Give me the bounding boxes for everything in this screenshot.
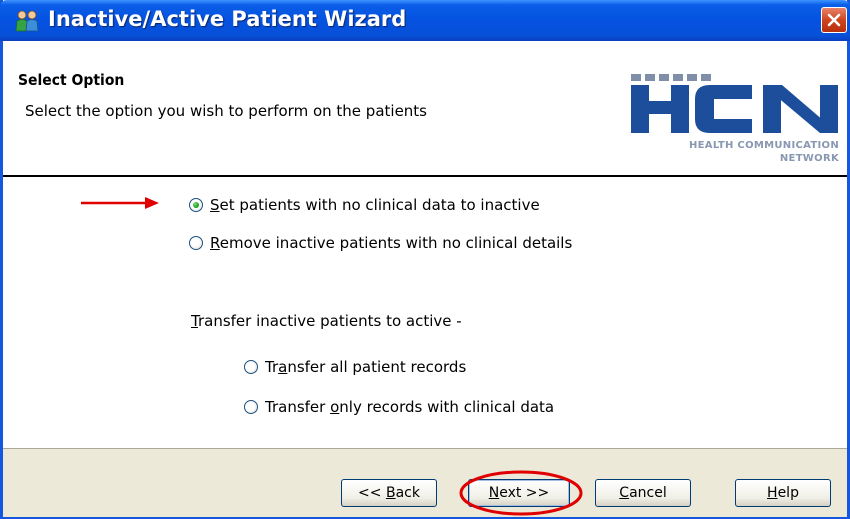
annotation-arrow-icon (81, 197, 159, 209)
option-transfer-clinical-label: Transfer only records with clinical data (265, 398, 555, 416)
back-button-label: << Back (358, 485, 420, 501)
options-panel: Set patients with no clinical data to in… (3, 177, 847, 448)
help-button[interactable]: Help (735, 479, 831, 507)
logo-tagline-line1: HEALTH COMMUNICATION (689, 140, 839, 151)
option-remove-inactive-label: Remove inactive patients with no clinica… (210, 234, 573, 252)
option-transfer-all[interactable]: Transfer all patient records (244, 358, 466, 376)
help-button-label: Help (767, 485, 799, 501)
option-set-inactive[interactable]: Set patients with no clinical data to in… (189, 196, 540, 214)
button-bar: << Back Next >> Cancel Help (3, 448, 847, 517)
option-set-inactive-label: Set patients with no clinical data to in… (210, 196, 540, 214)
page-title: Select Option (18, 71, 125, 89)
transfer-section-label: Transfer inactive patients to active - (191, 312, 462, 330)
next-button[interactable]: Next >> (468, 479, 570, 507)
wizard-header: Select Option Select the option you wish… (3, 41, 847, 177)
next-button-label: Next >> (488, 485, 550, 501)
window-title: Inactive/Active Patient Wizard (48, 7, 407, 31)
radio-transfer-all[interactable] (244, 360, 258, 374)
radio-set-inactive[interactable] (189, 198, 203, 212)
close-icon (827, 13, 841, 27)
logo-tagline-line2: NETWORK (779, 153, 839, 164)
option-transfer-clinical[interactable]: Transfer only records with clinical data (244, 398, 554, 416)
back-button[interactable]: << Back (341, 479, 437, 507)
close-button[interactable] (821, 7, 847, 33)
title-bar[interactable]: Inactive/Active Patient Wizard (0, 0, 850, 41)
radio-transfer-clinical[interactable] (244, 400, 258, 414)
option-transfer-all-label: Transfer all patient records (265, 358, 467, 376)
cancel-button-label: Cancel (619, 485, 667, 501)
option-remove-inactive[interactable]: Remove inactive patients with no clinica… (189, 234, 572, 252)
patients-icon (15, 10, 39, 32)
cancel-button[interactable]: Cancel (595, 479, 691, 507)
radio-remove-inactive[interactable] (189, 236, 203, 250)
wizard-window: Inactive/Active Patient Wizard Select Op… (0, 0, 850, 519)
page-subtitle: Select the option you wish to perform on… (25, 102, 427, 120)
